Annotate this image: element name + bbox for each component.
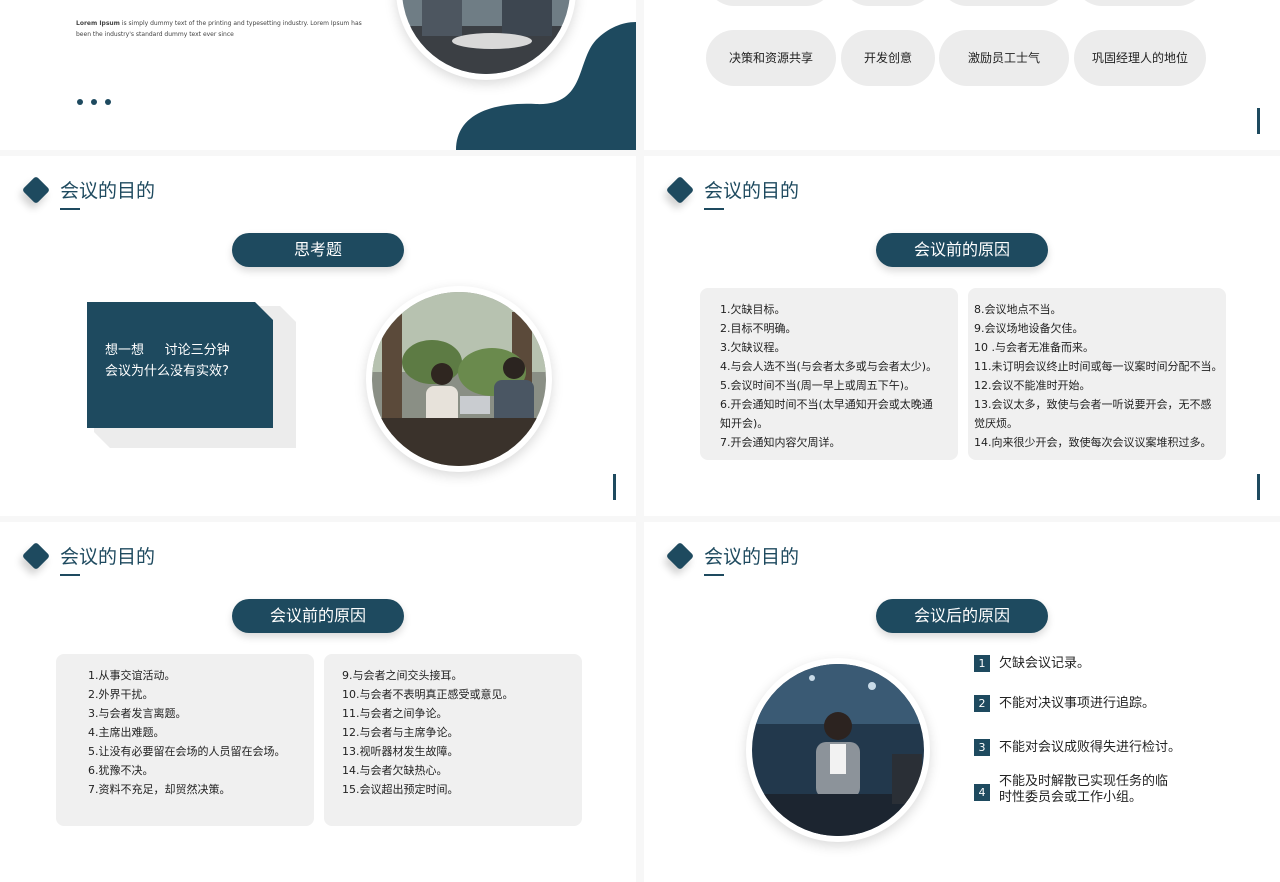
list-item: 9.会议场地设备欠佳。 — [974, 322, 1084, 335]
list-item: 13.会议太多，致使与会者一听说要开会，无不感觉厌烦。 — [974, 398, 1212, 430]
list-item: 9.与会者之间交头接耳。 — [342, 669, 463, 682]
slide-meeting-purposes[interactable]: 决策和资源共享 开发创意 激励员工士气 巩固经理人的地位 — [644, 0, 1280, 150]
list-item: 12.与会者与主席争论。 — [342, 726, 459, 739]
list-item: 1.从事交谊活动。 — [88, 669, 176, 682]
slide-pre-meeting-causes-1[interactable]: 会议的目的 会议前的原因 1.欠缺目标。 2.目标不明确。 3.欠缺议程。 4.… — [644, 156, 1280, 516]
slide-grid: Lorem Ipsum is simply dummy text of the … — [0, 0, 1280, 882]
dot — [105, 99, 111, 105]
item-text: 不能对会议成败得失进行检讨。 — [999, 740, 1182, 755]
diamond-icon — [21, 541, 51, 571]
chip-manager-status: 巩固经理人的地位 — [1074, 30, 1206, 86]
slide-intro[interactable]: Lorem Ipsum is simply dummy text of the … — [0, 0, 636, 150]
meeting-photo-circle — [746, 658, 930, 842]
accent-bar — [1257, 108, 1260, 134]
slide-title: 会议的目的 — [704, 546, 800, 568]
meeting-photo — [372, 292, 546, 466]
title-underline — [60, 208, 80, 210]
list-item: 7.开会通知内容欠周详。 — [720, 436, 841, 449]
dot — [77, 99, 83, 105]
list-item: 2 不能对决议事项进行追踪。 — [974, 692, 1155, 712]
causes-list-right: 9.与会者之间交头接耳。 10.与会者不表明真正感受或意见。 11.与会者之间争… — [324, 654, 582, 826]
number-badge: 4 — [974, 784, 990, 801]
meeting-photo-circle — [366, 286, 552, 472]
list-item: 10.与会者不表明真正感受或意见。 — [342, 688, 514, 701]
slide-think-question[interactable]: 会议的目的 思考题 想一想 讨论三分钟 会议为什么没有实效? — [0, 156, 636, 516]
list-item: 5.会议时间不当(周一早上或周五下午)。 — [720, 379, 916, 392]
list-item: 1 欠缺会议记录。 — [974, 652, 1090, 672]
list-item: 11.与会者之间争论。 — [342, 707, 448, 720]
slide-pre-meeting-causes-2[interactable]: 会议的目的 会议前的原因 1.从事交谊活动。 2.外界干扰。 3.与会者发言离题… — [0, 522, 636, 882]
question-line-1: 想一想 讨论三分钟 — [105, 343, 230, 358]
chip-morale: 激励员工士气 — [939, 30, 1069, 86]
chip-top-3 — [939, 0, 1069, 6]
list-item: 15.会议超出预定时间。 — [342, 783, 459, 796]
chip-creativity: 开发创意 — [841, 30, 935, 86]
list-item: 4 不能及时解散已实现任务的临时性委员会或工作小组。 — [974, 774, 1171, 806]
pill-heading: 会议后的原因 — [876, 599, 1048, 633]
list-item: 3 不能对会议成败得失进行检讨。 — [974, 736, 1181, 756]
accent-bar — [1257, 474, 1260, 500]
list-item: 13.视听器材发生故障。 — [342, 745, 459, 758]
causes-list-left: 1.欠缺目标。 2.目标不明确。 3.欠缺议程。 4.与会人选不当(与会者太多或… — [700, 288, 958, 460]
list-item: 3.欠缺议程。 — [720, 341, 786, 354]
accent-bar — [613, 474, 616, 500]
list-item: 12.会议不能准时开始。 — [974, 379, 1091, 392]
pill-heading: 会议前的原因 — [876, 233, 1048, 267]
list-item: 1.欠缺目标。 — [720, 303, 786, 316]
intro-text: Lorem Ipsum is simply dummy text of the … — [76, 18, 376, 40]
question-text: 想一想 讨论三分钟 会议为什么没有实效? — [105, 340, 230, 382]
diamond-icon — [665, 175, 695, 205]
diamond-icon — [665, 541, 695, 571]
intro-bold: Lorem Ipsum — [76, 20, 120, 27]
title-underline — [60, 574, 80, 576]
slide-post-meeting-causes[interactable]: 会议的目的 会议后的原因 1 欠缺会议记录。 2 不能对决议事项进行追踪。 3 不能对… — [644, 522, 1280, 882]
diamond-icon — [21, 175, 51, 205]
dots-indicator — [77, 90, 111, 109]
chip-top-1 — [706, 0, 834, 6]
list-item: 10 .与会者无准备而来。 — [974, 341, 1094, 354]
chip-resource-sharing: 决策和资源共享 — [706, 30, 836, 86]
item-text: 欠缺会议记录。 — [999, 656, 1091, 671]
dot — [91, 99, 97, 105]
causes-list-left: 1.从事交谊活动。 2.外界干扰。 3.与会者发言离题。 4.主席出难题。 5.… — [56, 654, 314, 826]
list-item: 2.外界干扰。 — [88, 688, 154, 701]
list-item: 6.犹豫不决。 — [88, 764, 154, 777]
question-line-2: 会议为什么没有实效? — [105, 364, 229, 379]
list-item: 11.未订明会议终止时间或每一议案时间分配不当。 — [974, 360, 1223, 373]
list-item: 8.会议地点不当。 — [974, 303, 1062, 316]
slide-title: 会议的目的 — [60, 546, 156, 568]
list-item: 5.让没有必要留在会场的人员留在会场。 — [88, 745, 286, 758]
pill-heading: 思考题 — [232, 233, 404, 267]
list-item: 6.开会通知时间不当(太早通知开会或太晚通知开会)。 — [720, 398, 933, 430]
slide-title: 会议的目的 — [704, 180, 800, 202]
number-badge: 3 — [974, 739, 990, 756]
item-text: 不能及时解散已实现任务的临时性委员会或工作小组。 — [999, 774, 1169, 805]
list-item: 14.向来很少开会，致使每次会议议案堆积过多。 — [974, 436, 1212, 449]
title-underline — [704, 208, 724, 210]
list-item: 3.与会者发言离题。 — [88, 707, 187, 720]
item-text: 不能对决议事项进行追踪。 — [999, 696, 1156, 711]
list-item: 7.资料不充足，却贸然决策。 — [88, 783, 231, 796]
number-badge: 2 — [974, 695, 990, 712]
slide-title: 会议的目的 — [60, 180, 156, 202]
causes-list-right: 8.会议地点不当。 9.会议场地设备欠佳。 10 .与会者无准备而来。 11.未… — [968, 288, 1226, 460]
chip-top-2 — [841, 0, 935, 6]
list-item: 14.与会者欠缺热心。 — [342, 764, 448, 777]
list-item: 4.主席出难题。 — [88, 726, 165, 739]
number-badge: 1 — [974, 655, 990, 672]
pill-heading: 会议前的原因 — [232, 599, 404, 633]
list-item: 2.目标不明确。 — [720, 322, 797, 335]
chip-top-4 — [1074, 0, 1206, 6]
meeting-photo — [752, 664, 924, 836]
list-item: 4.与会人选不当(与会者太多或与会者太少)。 — [720, 360, 938, 373]
title-underline — [704, 574, 724, 576]
